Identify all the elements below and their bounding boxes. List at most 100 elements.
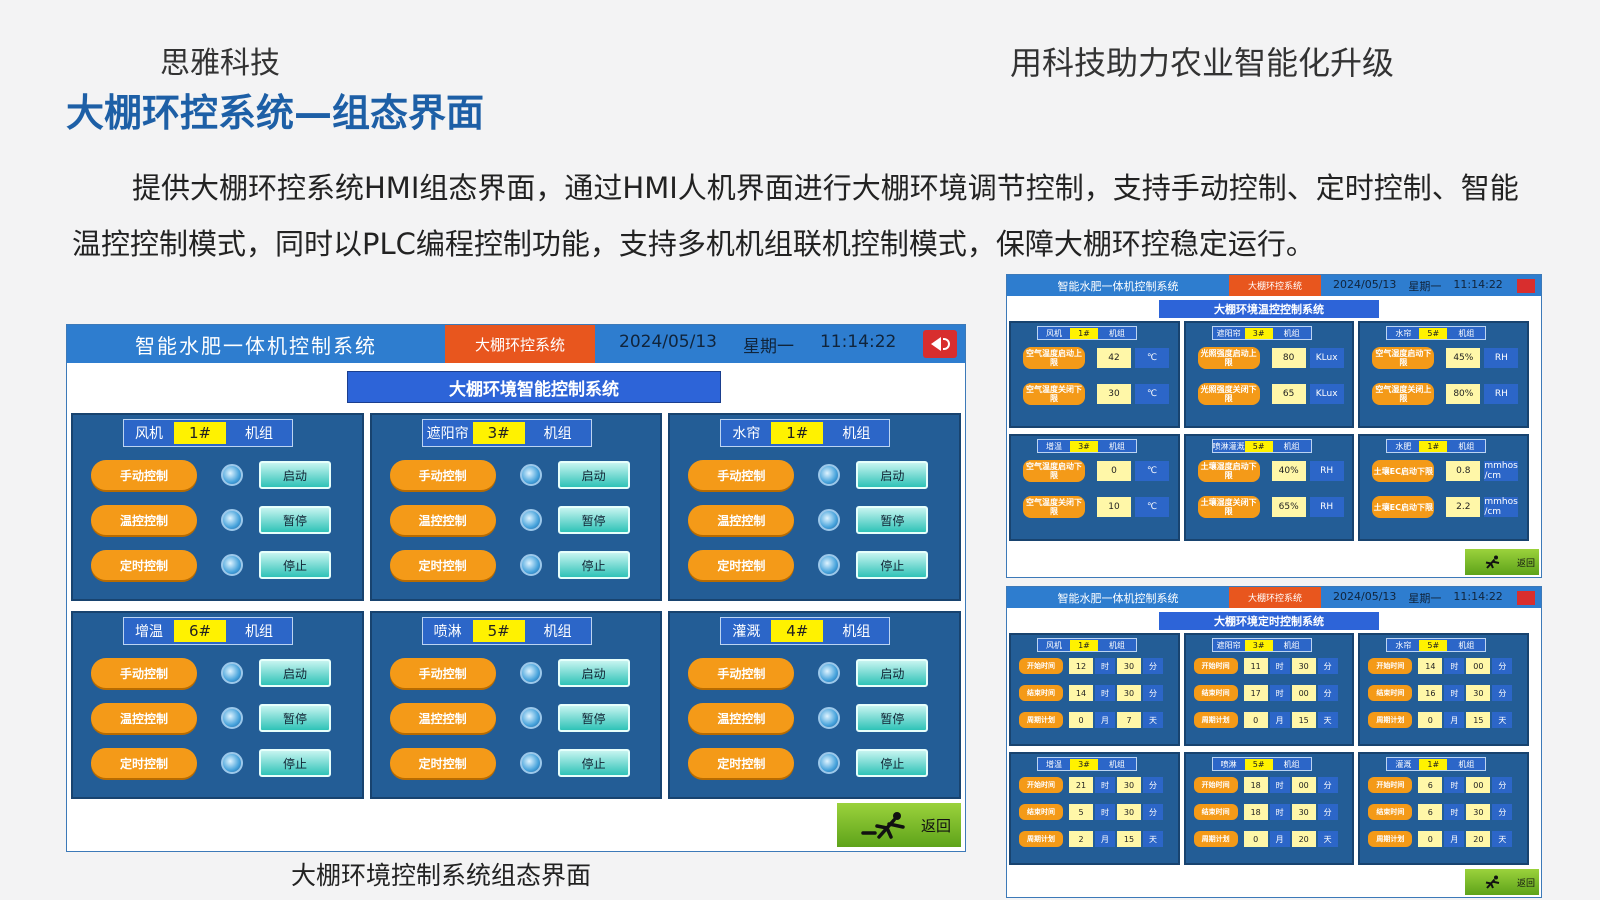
unit-number[interactable]: 3#	[472, 422, 525, 444]
threshold-value-field[interactable]: 40%	[1271, 461, 1306, 481]
value-field[interactable]: 7	[1117, 712, 1141, 728]
unit-number[interactable]: 1#	[174, 422, 226, 444]
timer-control-button[interactable]: 定时控制	[389, 748, 496, 778]
threshold-value-field[interactable]: 10	[1097, 497, 1131, 517]
threshold-value-field[interactable]: 80	[1271, 348, 1306, 368]
stop-button[interactable]: 停止	[259, 551, 331, 579]
manual-control-button[interactable]: 手动控制	[91, 658, 197, 688]
unit-number[interactable]: 5#	[1244, 758, 1273, 770]
threshold-value-field[interactable]: 65%	[1271, 497, 1306, 517]
threshold-value-field[interactable]: 30	[1097, 384, 1131, 404]
pause-button[interactable]: 暂停	[259, 704, 331, 732]
start-button[interactable]: 启动	[259, 461, 331, 489]
threshold-value-field[interactable]: 0	[1097, 461, 1131, 481]
manual-control-button[interactable]: 手动控制	[389, 658, 496, 688]
tab-greenhouse-control[interactable]: 大棚环控系统	[445, 325, 595, 363]
value-field[interactable]: 18	[1243, 777, 1268, 793]
unit-number[interactable]: 1#	[771, 422, 824, 444]
stop-button[interactable]: 停止	[557, 551, 630, 579]
unit-number[interactable]: 3#	[1244, 639, 1273, 651]
temp-control-button[interactable]: 温控控制	[389, 505, 496, 535]
stop-button[interactable]: 停止	[557, 749, 630, 777]
pause-button[interactable]: 暂停	[557, 506, 630, 534]
unit-number[interactable]: 5#	[1244, 440, 1273, 452]
unit-number[interactable]: 5#	[472, 620, 525, 642]
manual-control-button[interactable]: 手动控制	[91, 460, 197, 490]
threshold-value-field[interactable]: 45%	[1446, 348, 1481, 368]
pause-button[interactable]: 暂停	[856, 506, 929, 534]
start-button[interactable]: 启动	[557, 659, 630, 687]
timer-control-button[interactable]: 定时控制	[91, 550, 197, 580]
value-field[interactable]: 30	[1466, 804, 1491, 820]
back-button[interactable]: 返回	[1465, 869, 1539, 895]
value-field[interactable]: 0	[1418, 712, 1443, 728]
stop-button[interactable]: 停止	[856, 749, 929, 777]
threshold-value-field[interactable]: 2.2	[1446, 497, 1481, 517]
value-field[interactable]: 30	[1291, 658, 1316, 674]
value-field[interactable]: 30	[1466, 685, 1491, 701]
start-button[interactable]: 启动	[856, 461, 929, 489]
value-field[interactable]: 6	[1418, 804, 1443, 820]
unit-number[interactable]: 1#	[1070, 639, 1098, 651]
value-field[interactable]: 15	[1117, 831, 1141, 847]
unit-number[interactable]: 4#	[771, 620, 824, 642]
pause-button[interactable]: 暂停	[856, 704, 929, 732]
value-field[interactable]: 14	[1418, 658, 1443, 674]
value-field[interactable]: 30	[1117, 777, 1141, 793]
value-field[interactable]: 00	[1291, 685, 1316, 701]
value-field[interactable]: 15	[1466, 712, 1491, 728]
threshold-value-field[interactable]: 80%	[1446, 384, 1481, 404]
stop-button[interactable]: 停止	[259, 749, 331, 777]
stop-button[interactable]: 停止	[856, 551, 929, 579]
speaker-icon[interactable]	[923, 330, 957, 358]
pause-button[interactable]: 暂停	[259, 506, 331, 534]
unit-number[interactable]: 3#	[1070, 440, 1098, 452]
manual-control-button[interactable]: 手动控制	[389, 460, 496, 490]
pause-button[interactable]: 暂停	[557, 704, 630, 732]
speaker-icon[interactable]	[1517, 590, 1535, 605]
unit-number[interactable]: 5#	[1419, 327, 1448, 339]
value-field[interactable]: 20	[1466, 831, 1491, 847]
threshold-value-field[interactable]: 42	[1097, 348, 1131, 368]
unit-number[interactable]: 6#	[174, 620, 226, 642]
value-field[interactable]: 12	[1069, 658, 1093, 674]
timer-control-button[interactable]: 定时控制	[91, 748, 197, 778]
timer-control-button[interactable]: 定时控制	[688, 748, 795, 778]
manual-control-button[interactable]: 手动控制	[688, 460, 795, 490]
value-field[interactable]: 30	[1117, 685, 1141, 701]
value-field[interactable]: 00	[1466, 658, 1491, 674]
value-field[interactable]: 18	[1243, 804, 1268, 820]
tab-greenhouse-control[interactable]: 大棚环控系统	[1229, 275, 1321, 296]
value-field[interactable]: 14	[1069, 685, 1093, 701]
temp-control-button[interactable]: 温控控制	[389, 703, 496, 733]
timer-control-button[interactable]: 定时控制	[389, 550, 496, 580]
start-button[interactable]: 启动	[557, 461, 630, 489]
back-button[interactable]: 返回	[837, 803, 961, 847]
unit-number[interactable]: 1#	[1419, 440, 1448, 452]
value-field[interactable]: 0	[1069, 712, 1093, 728]
value-field[interactable]: 30	[1117, 658, 1141, 674]
unit-number[interactable]: 3#	[1070, 758, 1098, 770]
temp-control-button[interactable]: 温控控制	[91, 703, 197, 733]
back-button[interactable]: 返回	[1465, 549, 1539, 575]
value-field[interactable]: 5	[1069, 804, 1093, 820]
value-field[interactable]: 20	[1291, 831, 1316, 847]
temp-control-button[interactable]: 温控控制	[688, 505, 795, 535]
temp-control-button[interactable]: 温控控制	[91, 505, 197, 535]
temp-control-button[interactable]: 温控控制	[688, 703, 795, 733]
tab-greenhouse-control[interactable]: 大棚环控系统	[1229, 587, 1321, 608]
threshold-value-field[interactable]: 65	[1271, 384, 1306, 404]
value-field[interactable]: 00	[1466, 777, 1491, 793]
value-field[interactable]: 17	[1243, 685, 1268, 701]
value-field[interactable]: 15	[1291, 712, 1316, 728]
value-field[interactable]: 30	[1291, 804, 1316, 820]
value-field[interactable]: 0	[1243, 831, 1268, 847]
threshold-value-field[interactable]: 0.8	[1446, 461, 1481, 481]
value-field[interactable]: 30	[1117, 804, 1141, 820]
value-field[interactable]: 00	[1291, 777, 1316, 793]
timer-control-button[interactable]: 定时控制	[688, 550, 795, 580]
unit-number[interactable]: 3#	[1244, 327, 1273, 339]
value-field[interactable]: 0	[1243, 712, 1268, 728]
value-field[interactable]: 16	[1418, 685, 1443, 701]
unit-number[interactable]: 5#	[1419, 639, 1448, 651]
